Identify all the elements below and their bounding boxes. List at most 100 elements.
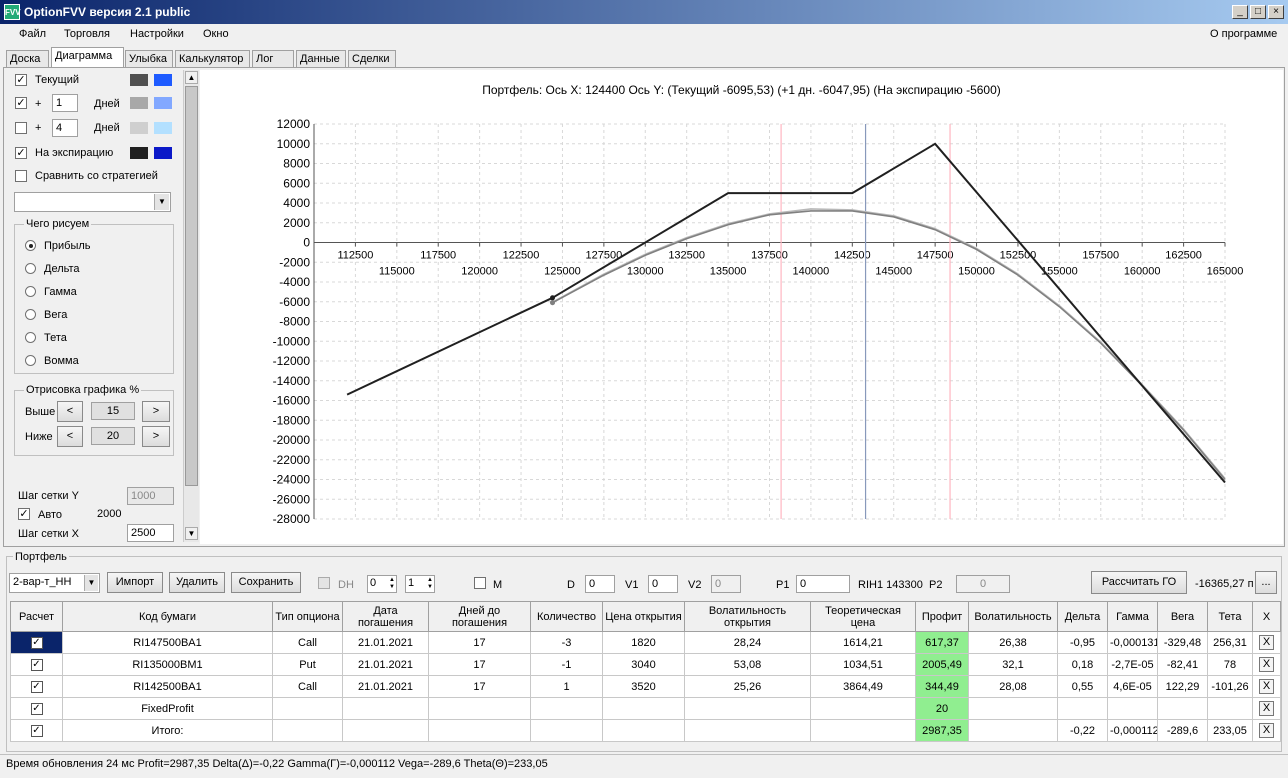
checkbox-icon[interactable]: ✓	[30, 681, 43, 693]
payoff-chart[interactable]: 12000 10000 8000 6000 4000 2000 0 -2000 -4000 -60…	[200, 70, 1283, 544]
expiry-checkbox[interactable]: ✓	[15, 147, 27, 159]
remove-row-button[interactable]: X	[1259, 635, 1274, 650]
menu-window[interactable]: Окно	[203, 28, 229, 40]
above-decrease-button[interactable]: <	[57, 401, 83, 422]
column-header[interactable]: Профит	[915, 601, 969, 632]
column-header[interactable]: Дельта	[1057, 601, 1108, 632]
strategy-compare-select[interactable]: ▼	[14, 192, 171, 212]
scroll-thumb[interactable]	[185, 86, 198, 486]
current-dark-swatch[interactable]	[130, 74, 148, 86]
column-header[interactable]: Код бумаги	[62, 601, 273, 632]
current-checkbox[interactable]: ✓	[15, 74, 27, 86]
dh-spin-1[interactable]: 0 ▲ ▼	[367, 575, 397, 593]
remove-row-button[interactable]: X	[1259, 701, 1274, 716]
column-header[interactable]: Цена открытия	[602, 601, 685, 632]
compare-checkbox[interactable]	[15, 170, 27, 182]
expiry-dark-swatch[interactable]	[130, 147, 148, 159]
table-row[interactable]: ✓ RI135000BM1 Put 21.01.2021 17 -1 3040 53,08 10…	[10, 653, 1281, 676]
tab-smile[interactable]: Улыбка	[125, 50, 173, 68]
plus-days1-checkbox[interactable]: ✓	[15, 97, 27, 109]
row-calc-checkbox[interactable]: ✓	[10, 631, 63, 654]
table-row[interactable]: ✓ RI142500BA1 Call 21.01.2021 17 1 3520 25,26 38…	[10, 675, 1281, 698]
column-header[interactable]: Теоретическая цена	[810, 601, 916, 632]
tab-board[interactable]: Доска	[6, 50, 49, 68]
grid-x-input[interactable]: 2500	[127, 524, 174, 542]
d-input[interactable]: 0	[585, 575, 615, 593]
days1-input[interactable]: 1	[52, 94, 78, 112]
close-button[interactable]: ×	[1268, 5, 1284, 19]
p2-input[interactable]: 0	[956, 575, 1010, 593]
scroll-up-icon[interactable]: ▲	[185, 71, 198, 84]
column-header[interactable]: Гамма	[1107, 601, 1158, 632]
column-header[interactable]: Расчет	[10, 601, 63, 632]
column-header[interactable]: Тета	[1207, 601, 1253, 632]
import-button[interactable]: Импорт	[107, 572, 163, 593]
radio-theta[interactable]	[25, 332, 36, 343]
margin-more-button[interactable]: ...	[1255, 571, 1277, 594]
days1-light-swatch[interactable]	[154, 97, 172, 109]
tab-diagram[interactable]: Диаграмма	[51, 47, 124, 68]
below-increase-button[interactable]: >	[142, 426, 170, 447]
days2-light-swatch[interactable]	[154, 122, 172, 134]
remove-row-button[interactable]: X	[1259, 723, 1274, 738]
table-row[interactable]: ✓ FixedProfit 20 X	[10, 697, 1281, 720]
below-value[interactable]: 20	[91, 427, 135, 445]
menu-about[interactable]: О программе	[1210, 28, 1277, 40]
current-light-swatch[interactable]	[154, 74, 172, 86]
m-checkbox[interactable]	[474, 577, 486, 589]
column-header[interactable]: Тип опциона	[272, 601, 343, 632]
v2-input[interactable]: 0	[711, 575, 741, 593]
checkbox-icon[interactable]: ✓	[30, 703, 43, 715]
minimize-button[interactable]: _	[1232, 5, 1248, 19]
column-header[interactable]: Дата погашения	[342, 601, 429, 632]
column-header[interactable]: Вега	[1157, 601, 1208, 632]
above-increase-button[interactable]: >	[142, 401, 170, 422]
column-header[interactable]: X	[1252, 601, 1281, 632]
remove-row-button[interactable]: X	[1259, 679, 1274, 694]
days2-input[interactable]: 4	[52, 119, 78, 137]
above-value[interactable]: 15	[91, 402, 135, 420]
remove-row-button[interactable]: X	[1259, 657, 1274, 672]
column-header[interactable]: Волатильность	[968, 601, 1058, 632]
auto-checkbox[interactable]: ✓	[18, 508, 30, 520]
dh-spin-2[interactable]: 1 ▲ ▼	[405, 575, 435, 593]
days1-dark-swatch[interactable]	[130, 97, 148, 109]
spin-arrows-icon[interactable]: ▲ ▼	[427, 577, 433, 591]
radio-profit[interactable]	[25, 240, 36, 251]
delete-button[interactable]: Удалить	[169, 572, 225, 593]
tab-data[interactable]: Данные	[296, 50, 346, 68]
days2-dark-swatch[interactable]	[130, 122, 148, 134]
column-header[interactable]: Волатильность открытия	[684, 601, 811, 632]
radio-gamma[interactable]	[25, 286, 36, 297]
tab-log[interactable]: Лог	[252, 50, 294, 68]
strategy-select[interactable]: 2-вар-т_НН ▼	[9, 573, 100, 593]
menu-settings[interactable]: Настройки	[130, 28, 184, 40]
tab-deals[interactable]: Сделки	[348, 50, 396, 68]
table-row[interactable]: ✓ Итого: 2987,35 -0,22 -0,000112 -289,6 233,05…	[10, 719, 1281, 742]
scroll-down-icon[interactable]: ▼	[185, 527, 198, 540]
radio-vega[interactable]	[25, 309, 36, 320]
checkbox-icon[interactable]: ✓	[30, 659, 43, 671]
row-calc-checkbox[interactable]: ✓	[10, 697, 63, 720]
column-header[interactable]: Количество	[530, 601, 603, 632]
radio-delta[interactable]	[25, 263, 36, 274]
menu-trading[interactable]: Торговля	[64, 28, 110, 40]
menu-file[interactable]: Файл	[19, 28, 46, 40]
left-panel-scrollbar[interactable]: ▲ ▼	[183, 70, 199, 542]
column-header[interactable]: Дней до погашения	[428, 601, 531, 632]
plus-days2-checkbox[interactable]	[15, 122, 27, 134]
row-calc-checkbox[interactable]: ✓	[10, 653, 63, 676]
row-calc-checkbox[interactable]: ✓	[10, 675, 63, 698]
table-row[interactable]: ✓ RI147500BA1 Call 21.01.2021 17 -3 1820 28,24 1…	[10, 631, 1281, 654]
maximize-button[interactable]: □	[1250, 5, 1266, 19]
checkbox-icon[interactable]: ✓	[30, 637, 43, 649]
expiry-light-swatch[interactable]	[154, 147, 172, 159]
radio-vomma[interactable]	[25, 355, 36, 366]
grid-y-input[interactable]: 1000	[127, 487, 174, 505]
save-button[interactable]: Сохранить	[231, 572, 301, 593]
calc-margin-button[interactable]: Рассчитать ГО	[1091, 571, 1187, 594]
row-calc-checkbox[interactable]: ✓	[10, 719, 63, 742]
spin-arrows-icon[interactable]: ▲ ▼	[389, 577, 395, 591]
v1-input[interactable]: 0	[648, 575, 678, 593]
tab-calculator[interactable]: Калькулятор	[175, 50, 250, 68]
